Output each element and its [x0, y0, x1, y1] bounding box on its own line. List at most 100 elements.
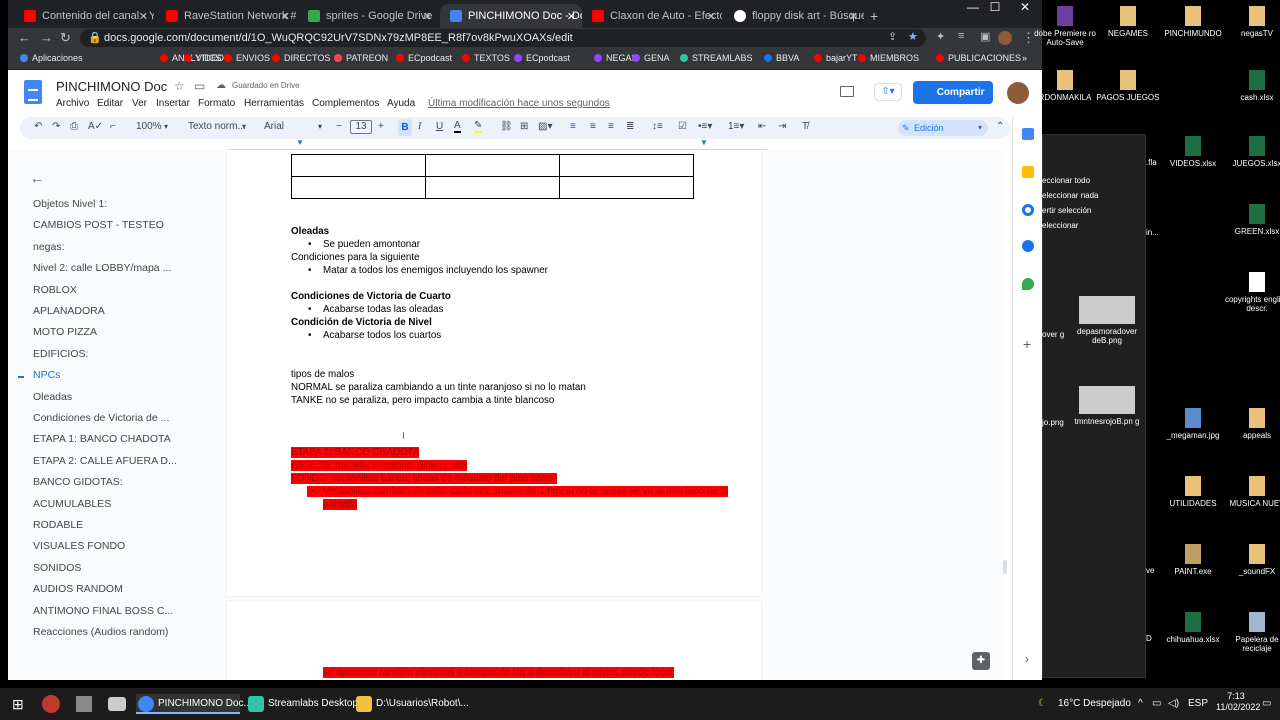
bookmark-star-icon[interactable]: ★ [908, 30, 918, 43]
desktop-icon[interactable]: _soundFX [1222, 544, 1280, 576]
desktop-icon[interactable]: UTILIDADES [1158, 476, 1228, 508]
menu-complementos[interactable]: Complementos [312, 98, 379, 109]
bookmark-item[interactable]: MIEMBROS [858, 53, 919, 63]
tasks-icon[interactable] [1022, 204, 1034, 216]
outdent-icon[interactable]: ⇤ [758, 121, 766, 132]
desktop-icon[interactable]: chihuahua.xlsx [1158, 612, 1228, 644]
docs-logo-icon[interactable] [24, 80, 42, 104]
bookmark-item[interactable]: Aplicaciones [20, 53, 83, 63]
desktop-icon[interactable]: dobe Premiere ro Auto-Save [1030, 6, 1100, 47]
outline-item[interactable]: negas: [33, 241, 65, 253]
table-cell[interactable] [425, 154, 560, 177]
tab-docs[interactable]: PINCHIMONO Doc - Docum✕ [440, 4, 582, 28]
outline-item[interactable]: Condiciones de Victoria de ... [33, 412, 169, 424]
paint-format-icon[interactable]: ⌐ [110, 121, 116, 132]
menu-herramientas[interactable]: Herramientas [244, 98, 304, 109]
desktop-icon[interactable]: cash.xlsx [1222, 70, 1280, 102]
language-indicator[interactable]: ESP [1188, 694, 1208, 714]
menu-insertar[interactable]: Insertar [156, 98, 190, 109]
forward-icon[interactable]: → [40, 30, 53, 45]
outline-item[interactable]: VISUALES FONDO [33, 540, 125, 552]
justify-icon[interactable]: ≣ [626, 121, 634, 132]
desktop-icon[interactable]: copyrights english descr. [1222, 272, 1280, 313]
app-pinned-icon[interactable] [108, 697, 126, 711]
text-color-button[interactable]: A [454, 121, 461, 133]
collapse-icon[interactable]: ⌃ [996, 121, 1004, 132]
desktop-icon[interactable]: PINCHIMUNDO [1158, 6, 1228, 38]
zoom-select[interactable]: 100% [136, 121, 162, 132]
close-icon[interactable]: ✕ [281, 10, 290, 23]
desktop-icon[interactable]: NEGAMES [1093, 6, 1163, 38]
outline-item[interactable]: BANCO GIDOTAS: [33, 476, 123, 488]
bookmark-item[interactable]: TEXTOS [462, 53, 510, 63]
increase-size-button[interactable]: + [378, 121, 384, 132]
menu-formato[interactable]: Formato [198, 98, 235, 109]
indent-marker-icon[interactable]: ▼ [296, 138, 304, 147]
italic-button[interactable]: I [418, 121, 421, 132]
desktop-icon[interactable]: tmntnesrojoB.pn g [1072, 386, 1142, 426]
volume-icon[interactable]: ◁) [1168, 694, 1179, 714]
table-cell[interactable] [291, 154, 426, 177]
add-addon-icon[interactable]: + [1023, 336, 1031, 352]
desktop-icon[interactable]: VIDEOS.xlsx [1158, 136, 1228, 168]
bookmark-item[interactable]: PUBLICACIONES [936, 53, 1021, 63]
maximize-icon[interactable]: ☐ [980, 0, 1010, 14]
highlight-icon[interactable]: ✎ [474, 121, 483, 133]
outline-item[interactable]: AUDIOS RANDOM [33, 583, 123, 595]
bold-button[interactable]: B [398, 119, 412, 136]
app-pinned-icon[interactable] [76, 696, 92, 712]
extensions-icon[interactable]: ✦ [936, 30, 945, 43]
back-icon[interactable]: ← [18, 30, 31, 45]
sidepanel-icon[interactable]: ▣ [980, 30, 990, 43]
underline-button[interactable]: U [436, 121, 443, 132]
outline-item[interactable]: ANTIMONO FINAL BOSS C... [33, 605, 173, 617]
comment-add-icon[interactable]: ⊞ [520, 121, 528, 132]
line-spacing-icon[interactable]: ↕≡ [652, 121, 663, 132]
bookmark-item[interactable]: ECpodcast [514, 53, 570, 63]
zoom-dropdown-icon[interactable]: ▾ [164, 122, 168, 131]
close-icon[interactable]: ✕ [849, 10, 858, 23]
undo-icon[interactable]: ↶ [34, 121, 42, 132]
font-select[interactable]: Arial [264, 121, 284, 132]
outline-item[interactable]: Nivel 2: calle LOBBY/mapa ... [33, 262, 171, 274]
desktop-icon[interactable]: JUEGOS.xlsx [1222, 136, 1280, 168]
media-icon[interactable]: ≡ [958, 30, 964, 42]
scrollbar[interactable] [1003, 560, 1007, 574]
desktop-icon[interactable]: GREEN.xlsx [1222, 204, 1280, 236]
decrease-size-button[interactable]: − [336, 121, 342, 132]
explore-icon[interactable]: ✚ [972, 652, 990, 670]
bookmark-item[interactable]: ENVIOS [224, 53, 270, 63]
context-menu-item[interactable]: eleccionar [1042, 221, 1078, 230]
share-button[interactable]: 👤 Compartir [913, 81, 993, 104]
outline-item[interactable]: Oleadas [33, 391, 72, 403]
document-title[interactable]: PINCHIMONO Doc [56, 79, 167, 94]
last-modified-link[interactable]: Última modificación hace unos segundos [428, 98, 610, 109]
outline-item[interactable]: APLANADORA [33, 305, 105, 317]
print-icon[interactable]: ⎙ [70, 121, 78, 132]
clear-format-icon[interactable]: T̸ [802, 121, 808, 132]
clock[interactable]: 7:13 11/02/2022 [1216, 691, 1260, 712]
desktop-icon[interactable]: appeals [1222, 408, 1280, 440]
style-dropdown-icon[interactable]: ▾ [242, 122, 246, 131]
network-icon[interactable]: ▭ [1152, 694, 1161, 714]
desktop-icon[interactable]: PAINT.exe [1158, 544, 1228, 576]
outline-item[interactable]: NPCs [33, 369, 60, 381]
windows-start-icon[interactable]: ⊞ [12, 694, 24, 714]
link-icon[interactable]: ⛓ [500, 121, 513, 132]
indent-marker-icon[interactable]: ▼ [700, 138, 708, 147]
outline-item[interactable]: ROBLOX [33, 284, 77, 296]
bookmark-item[interactable]: bajarYT [814, 53, 858, 63]
redo-icon[interactable]: ↷ [52, 121, 60, 132]
context-menu-item[interactable]: eleccionar nada [1042, 191, 1098, 200]
taskbar-app-streamlabs[interactable]: Streamlabs Desktop [246, 694, 358, 714]
outline-item[interactable]: ACUMULABLES [33, 498, 111, 510]
menu-archivo[interactable]: Archivo [56, 98, 89, 109]
desktop-icon[interactable]: negasTV [1222, 6, 1280, 38]
weather-text[interactable]: 16°C Despejado [1058, 694, 1131, 714]
tab-drive[interactable]: sprites - Google Drive ✕ [298, 4, 438, 28]
close-icon[interactable]: ✕ [707, 10, 716, 23]
align-left-icon[interactable]: ≡ [570, 121, 576, 132]
spellcheck-icon[interactable]: A✓ [88, 121, 103, 132]
outline-item[interactable]: SONIDOS [33, 562, 81, 574]
move-folder-icon[interactable]: ▭ [194, 79, 205, 93]
